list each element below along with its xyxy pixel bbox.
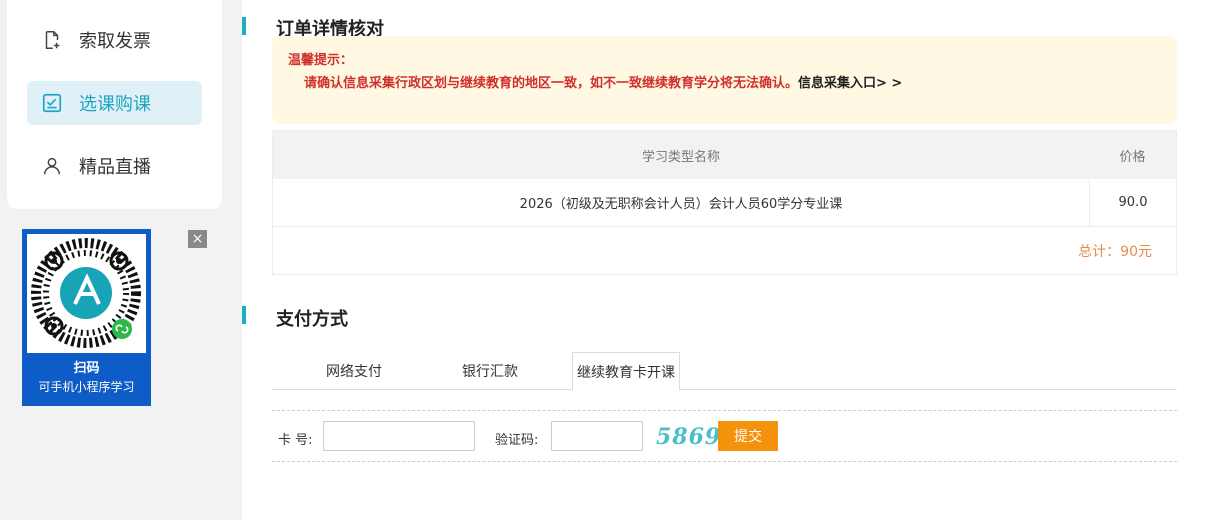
submit-button[interactable]: 提交 xyxy=(718,421,778,451)
captcha-input[interactable] xyxy=(551,421,643,451)
card-number-input[interactable] xyxy=(323,421,475,451)
promo-title: 扫码 xyxy=(73,361,100,376)
sidebar-item-invoice[interactable]: 索取发票 xyxy=(27,18,202,62)
tab-education-card[interactable]: 继续教育卡开课 xyxy=(572,352,680,391)
close-promo-button[interactable]: × xyxy=(188,230,207,248)
main-panel: 订单详情核对 温馨提示： 请确认信息采集行政区划与继续教育的地区一致，如不一致继… xyxy=(242,0,1206,520)
tab-bank-transfer[interactable]: 银行汇款 xyxy=(446,352,534,390)
sidebar-item-label: 索取发票 xyxy=(79,31,151,52)
user-icon xyxy=(41,155,63,177)
card-payment-form: 卡 号: 验证码: 5869 提交 xyxy=(272,410,1177,462)
qr-code xyxy=(27,234,146,353)
column-header-price: 价格 xyxy=(1119,149,1146,165)
qr-promo: 扫码 可手机小程序学习 xyxy=(22,229,151,406)
section-marker xyxy=(242,17,246,35)
section-marker xyxy=(242,306,246,324)
sidebar-item-course[interactable]: 选课购课 xyxy=(27,81,202,125)
tab-online-payment[interactable]: 网络支付 xyxy=(310,352,398,390)
info-collection-link[interactable]: 信息采集入口> > xyxy=(798,76,902,91)
sidebar-item-label: 精品直播 xyxy=(79,157,151,178)
notice-box: 温馨提示： 请确认信息采集行政区划与继续教育的地区一致，如不一致继续教育学分将无… xyxy=(272,36,1177,124)
table-row: 2026（初级及无职称会计人员）会计人员60学分专业课 90.0 xyxy=(273,179,1176,227)
payment-tabs: 网络支付 银行汇款 继续教育卡开课 xyxy=(272,352,1177,391)
checkbox-icon xyxy=(41,92,63,114)
promo-subtitle: 可手机小程序学习 xyxy=(38,380,135,394)
sidebar-item-live[interactable]: 精品直播 xyxy=(27,144,202,188)
notice-body: 请确认信息采集行政区划与继续教育的地区一致，如不一致继续教育学分将无法确认。信息… xyxy=(304,72,902,91)
sidebar-item-label: 选课购课 xyxy=(79,94,151,115)
payment-section-title: 支付方式 xyxy=(276,309,348,330)
notice-text: 请确认信息采集行政区划与继续教育的地区一致，如不一致继续教育学分将无法确认。 xyxy=(304,76,799,91)
sidebar: 索取发票 选课购课 精品直播 xyxy=(7,0,222,209)
column-header-name: 学习类型名称 xyxy=(641,149,720,165)
captcha-image[interactable]: 5869 xyxy=(656,422,720,452)
close-icon: × xyxy=(191,231,204,247)
captcha-label: 验证码: xyxy=(495,433,539,448)
order-total: 总计：90元 xyxy=(1078,243,1152,260)
card-number-label: 卡 号: xyxy=(278,433,313,448)
course-price: 90.0 xyxy=(1089,179,1176,226)
course-name: 2026（初级及无职称会计人员）会计人员60学分专业课 xyxy=(519,197,843,212)
table-header: 学习类型名称 价格 xyxy=(273,131,1176,179)
order-table: 学习类型名称 价格 2026（初级及无职称会计人员）会计人员60学分专业课 90… xyxy=(272,130,1177,275)
invoice-add-icon xyxy=(41,29,63,51)
notice-title: 温馨提示： xyxy=(288,53,354,68)
